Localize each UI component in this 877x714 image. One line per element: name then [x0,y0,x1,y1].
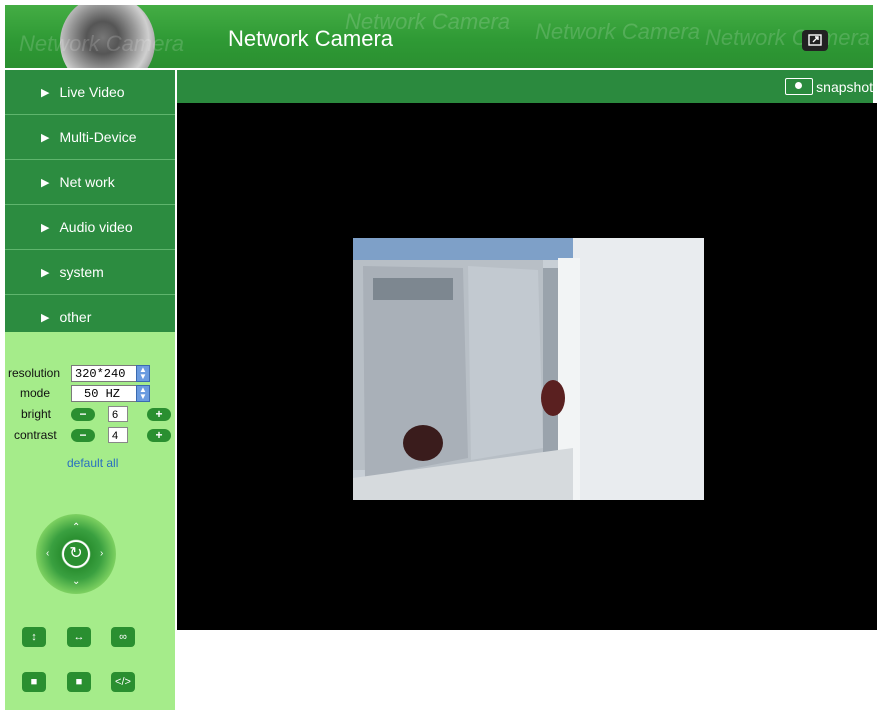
play-arrow-icon: ▶ [41,266,50,279]
mode-label: mode [20,386,51,400]
snapshot-button[interactable]: snapshot [785,78,873,95]
fullscreen-icon [808,34,822,46]
play-arrow-icon: ▶ [41,221,50,234]
ptz-center-icon[interactable]: ↻ [64,542,88,566]
sidebar-item-multi-device[interactable]: ▶ Multi-Device [5,115,175,160]
camera-controls-panel: resolution 320*240 ▲ ▼ mode 50 HZ ▲ ▼ brig… [5,332,175,710]
watermark: Network Camera [705,25,871,50]
sidebar-item-system[interactable]: ▶ system [5,250,175,295]
bright-value: 6 [108,406,128,422]
watermark: Network Camera [19,31,185,56]
sidebar: ▶ Live Video ▶ Multi-Device ▶ Net work ▶… [5,70,175,710]
sidebar-item-label: Live Video [59,84,125,100]
ptz-control-pad[interactable]: ⌃ ⌄ ‹ › ↻ [36,514,116,594]
app-header: Network Camera Network Camera Network Ca… [5,5,873,68]
sidebar-item-label: Audio video [59,219,133,235]
bright-label: bright [21,407,52,421]
bright-increase-button[interactable]: + [147,408,171,421]
sidebar-item-label: system [59,264,104,280]
stop-icon[interactable]: ■ [22,672,46,692]
live-video-panel [177,103,877,630]
sidebar-item-audio-video[interactable]: ▶ Audio video [5,205,175,250]
info-area [177,630,877,714]
contrast-increase-button[interactable]: + [147,429,171,442]
default-all-link[interactable]: default all [67,456,118,470]
camera-icon [785,78,814,95]
contrast-decrease-button[interactable]: − [71,429,95,442]
contrast-label: contrast [14,428,57,442]
resolution-select[interactable]: 320*240 [71,365,137,382]
ptz-right-icon[interactable]: › [100,548,103,559]
play-arrow-icon: ▶ [41,131,50,144]
page-title: Network Camera [228,26,394,51]
sidebar-item-live-video[interactable]: ▶ Live Video [5,70,175,115]
play-arrow-icon: ▶ [41,311,50,324]
ptz-left-icon[interactable]: ‹ [46,548,49,559]
fullscreen-button[interactable] [802,30,828,51]
sidebar-item-network[interactable]: ▶ Net work [5,160,175,205]
horizontal-patrol-icon[interactable]: ↔ [67,627,91,647]
play-arrow-icon: ▶ [41,86,50,99]
live-video-feed[interactable] [353,238,704,500]
snapshot-label: snapshot [816,78,873,95]
mode-spinner[interactable]: ▲ ▼ [136,385,150,402]
sidebar-item-label: Net work [59,174,115,190]
sidebar-item-label: other [59,309,92,325]
resolution-spinner[interactable]: ▲ ▼ [136,365,150,382]
infinity-patrol-icon[interactable]: ∞ [111,627,135,647]
ptz-up-icon[interactable]: ⌃ [72,522,80,533]
vertical-patrol-icon[interactable]: ↕ [22,627,46,647]
mode-select[interactable]: 50 HZ [71,385,137,402]
play-arrow-icon: ▶ [41,176,50,189]
video-image [353,238,704,500]
video-toolbar: snapshot [177,70,873,103]
contrast-value: 4 [108,427,128,443]
stop-icon[interactable]: ■ [67,672,91,692]
ptz-down-icon[interactable]: ⌄ [72,576,80,587]
code-icon[interactable]: </> [111,672,135,692]
bright-decrease-button[interactable]: − [71,408,95,421]
sidebar-item-label: Multi-Device [59,129,137,145]
resolution-label: resolution [8,366,61,380]
watermark: Network Camera [535,19,701,44]
